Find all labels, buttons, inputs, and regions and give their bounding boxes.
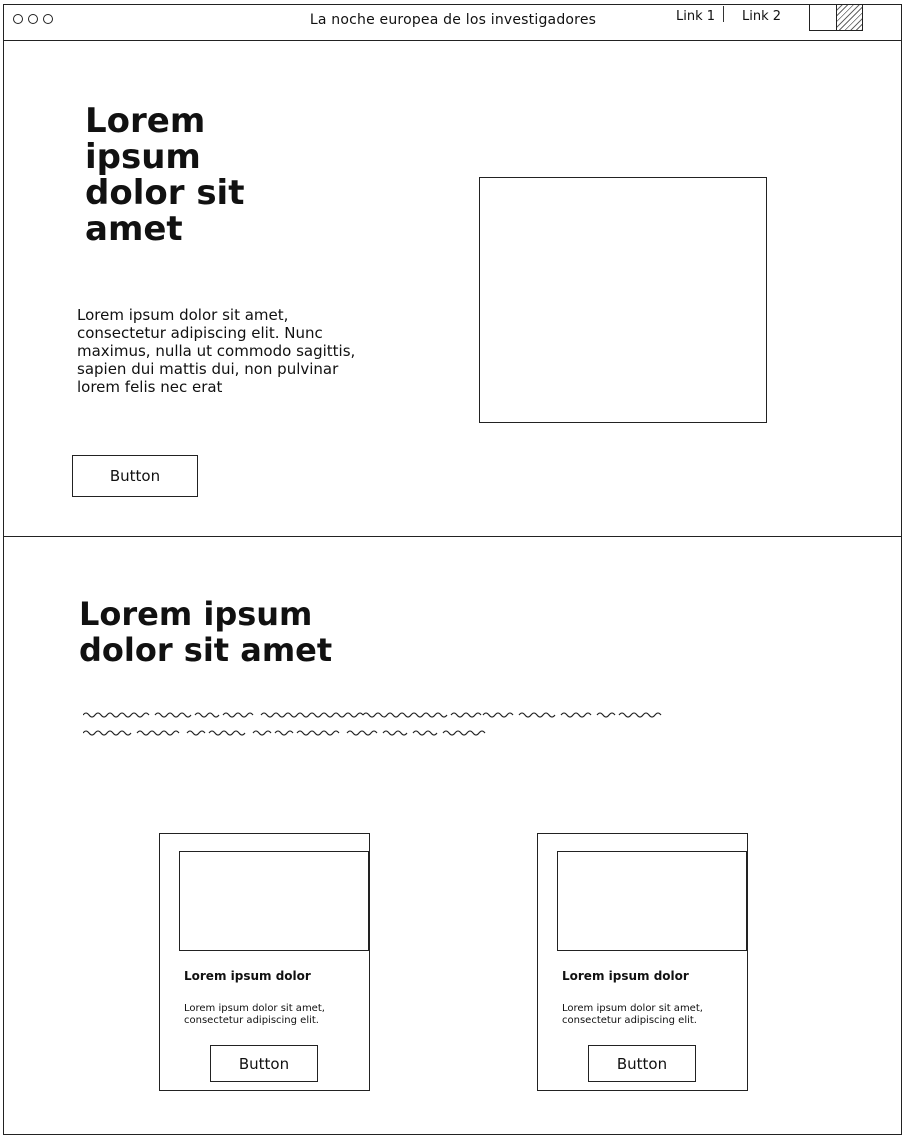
section-divider xyxy=(3,536,902,537)
hero-image-placeholder xyxy=(479,177,767,423)
hero-heading: Lorem ipsum dolor sit amet xyxy=(85,101,245,249)
toggle-on-segment[interactable] xyxy=(837,5,862,30)
site-title: La noche europea de los investigadores xyxy=(309,12,597,28)
section-heading: Lorem ipsum dolor sit amet xyxy=(79,595,333,669)
toggle-off-segment[interactable] xyxy=(810,5,837,30)
nav-link-2[interactable]: Link 2 xyxy=(742,9,781,24)
card-button[interactable]: Button xyxy=(588,1045,696,1082)
card-text: Lorem ipsum dolor sit amet, consectetur … xyxy=(562,1003,703,1026)
card-title: Lorem ipsum dolor xyxy=(562,969,689,983)
placeholder-text-line-2 xyxy=(83,730,486,736)
placeholder-text-line-1 xyxy=(83,712,662,718)
window-close-dot[interactable] xyxy=(13,14,23,24)
view-toggle[interactable] xyxy=(809,4,863,31)
hero-description: Lorem ipsum dolor sit amet, consectetur … xyxy=(77,306,356,396)
card-image-placeholder xyxy=(557,851,747,951)
card-button[interactable]: Button xyxy=(210,1045,318,1082)
card-image-placeholder xyxy=(179,851,369,951)
card-title: Lorem ipsum dolor xyxy=(184,969,311,983)
hero-button[interactable]: Button xyxy=(72,455,198,497)
window-minimize-dot[interactable] xyxy=(28,14,38,24)
card-1: Lorem ipsum dolor Lorem ipsum dolor sit … xyxy=(159,833,370,1091)
nav-link-1[interactable]: Link 1 xyxy=(676,9,715,24)
nav-separator xyxy=(723,6,724,22)
window-maximize-dot[interactable] xyxy=(43,14,53,24)
card-text: Lorem ipsum dolor sit amet, consectetur … xyxy=(184,1003,325,1026)
card-2: Lorem ipsum dolor Lorem ipsum dolor sit … xyxy=(537,833,748,1091)
